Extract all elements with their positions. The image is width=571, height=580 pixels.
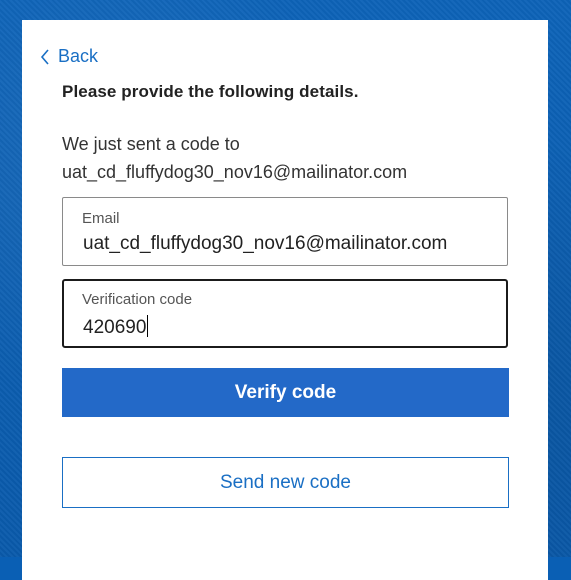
email-field-value[interactable]: uat_cd_fluffydog30_nov16@mailinator.com — [83, 233, 493, 255]
back-link[interactable]: Back — [40, 46, 98, 67]
verification-code-input[interactable]: 420690 — [83, 315, 493, 339]
verification-code-field[interactable]: Verification code 420690 — [62, 279, 508, 348]
text-caret — [147, 315, 149, 337]
back-label: Back — [58, 46, 99, 66]
verification-card: Back Please provide the following detail… — [22, 20, 548, 580]
info-text: We just sent a code to uat_cd_fluffydog3… — [62, 130, 407, 186]
send-new-code-button[interactable]: Send new code — [62, 457, 509, 508]
email-field[interactable]: Email uat_cd_fluffydog30_nov16@mailinato… — [62, 197, 508, 266]
page-heading: Please provide the following details. — [62, 82, 359, 101]
email-field-label: Email — [82, 210, 120, 227]
info-line-2: uat_cd_fluffydog30_nov16@mailinator.com — [62, 162, 408, 182]
chevron-left-icon — [40, 48, 50, 65]
verification-code-label: Verification code — [82, 291, 193, 308]
verification-code-value: 420690 — [83, 317, 147, 338]
info-line-1: We just sent a code to — [62, 134, 240, 154]
verify-code-button[interactable]: Verify code — [62, 368, 509, 417]
